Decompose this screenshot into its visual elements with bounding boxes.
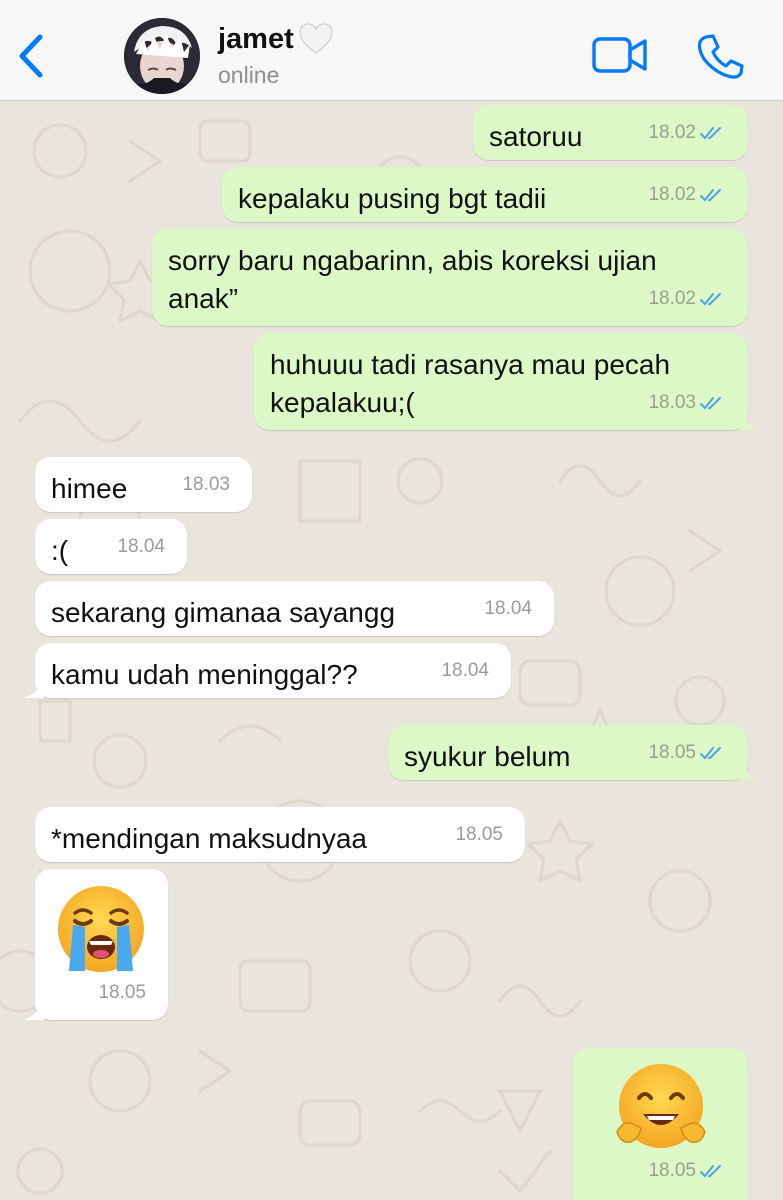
message-time: 18.02 (648, 288, 696, 309)
message-time: 18.04 (484, 598, 532, 619)
message-bubble-outgoing[interactable]: 18.05 (573, 1048, 748, 1200)
message-bubble-outgoing[interactable]: kepalaku pusing bgt tadii 18.02 (222, 167, 748, 222)
message-meta: 18.04 (441, 652, 489, 690)
bubble-tail (739, 758, 759, 780)
message-time: 18.05 (648, 742, 696, 763)
chat-header: jamet online (0, 0, 783, 101)
message-meta: 18.05 (648, 1152, 726, 1190)
loudly-crying-face-emoji (58, 886, 144, 972)
presence-status: online (218, 62, 280, 88)
message-time: 18.03 (648, 392, 696, 413)
message-meta: 18.05 (648, 734, 726, 772)
hugging-face-emoji (616, 1064, 706, 1148)
message-meta: 18.03 (182, 466, 230, 504)
message-bubble-incoming[interactable]: *mendingan maksudnyaa 18.05 (35, 807, 525, 862)
message-text: :( (51, 535, 69, 566)
message-text-line: huhuuu tadi rasanya mau pecah (270, 349, 671, 380)
double-check-icon (700, 127, 721, 140)
message-text: kepalaku pusing bgt tadii (238, 183, 547, 214)
message-meta: 18.05 (98, 974, 146, 1012)
double-check-icon (700, 189, 721, 202)
double-check-icon (700, 1165, 721, 1178)
double-check-icon (700, 293, 721, 306)
white-heart-icon (299, 23, 333, 54)
avatar-image (124, 18, 200, 94)
chevron-left-icon (19, 34, 43, 78)
message-bubble-outgoing[interactable]: syukur belum 18.05 (388, 725, 759, 780)
message-time: 18.05 (648, 1160, 696, 1181)
double-check-icon (700, 397, 721, 410)
message-text: satoruu (489, 121, 583, 152)
message-text-line: anak” (168, 283, 239, 314)
message-text: *mendingan maksudnyaa (51, 823, 367, 854)
message-text: syukur belum (404, 741, 571, 772)
contact-name[interactable]: jamet (218, 22, 334, 56)
video-call-button[interactable] (592, 36, 648, 74)
message-time: 18.05 (455, 824, 503, 845)
video-camera-icon (592, 37, 647, 73)
message-text: kamu udah meninggal?? (51, 659, 358, 690)
bubble-tail (24, 676, 44, 698)
bubble-tail (739, 408, 759, 430)
message-meta: 18.04 (117, 528, 165, 566)
message-time: 18.04 (441, 660, 489, 681)
message-bubble-incoming[interactable]: kamu udah meninggal?? 18.04 (24, 643, 511, 698)
message-time: 18.04 (117, 536, 165, 557)
message-meta: 18.02 (648, 114, 726, 152)
message-meta: 18.02 (648, 280, 726, 318)
message-time: 18.02 (648, 122, 696, 143)
back-button[interactable] (14, 33, 50, 79)
double-check-icon (700, 747, 721, 760)
contact-name-text: jamet (218, 22, 294, 55)
message-bubble-outgoing[interactable]: sorry baru ngabarinn, abis koreksi ujian… (152, 229, 748, 326)
message-meta: 18.05 (455, 816, 503, 854)
phone-icon (697, 34, 744, 79)
avatar[interactable] (124, 18, 200, 94)
message-meta: 18.03 (648, 384, 726, 422)
message-bubble-incoming[interactable]: :( 18.04 (35, 519, 187, 574)
message-time: 18.05 (98, 982, 146, 1003)
message-text-line: sorry baru ngabarinn, abis koreksi ujian (168, 245, 657, 276)
message-meta: 18.02 (648, 176, 726, 214)
message-text: himee (51, 473, 128, 504)
message-meta: 18.04 (484, 590, 532, 628)
message-bubble-outgoing[interactable]: satoruu 18.02 (473, 105, 748, 160)
voice-call-button[interactable] (696, 33, 744, 79)
message-time: 18.02 (648, 184, 696, 205)
message-bubble-incoming[interactable]: himee 18.03 (35, 457, 252, 512)
message-text: sekarang gimanaa sayangg (51, 597, 396, 628)
message-time: 18.03 (182, 474, 230, 495)
message-bubble-incoming[interactable]: sekarang gimanaa sayangg 18.04 (35, 581, 554, 636)
message-bubble-outgoing[interactable]: huhuuu tadi rasanya mau pecah kepalakuu;… (254, 333, 759, 430)
bubble-tail (24, 998, 44, 1020)
message-bubble-incoming[interactable]: 18.05 (24, 869, 168, 1020)
